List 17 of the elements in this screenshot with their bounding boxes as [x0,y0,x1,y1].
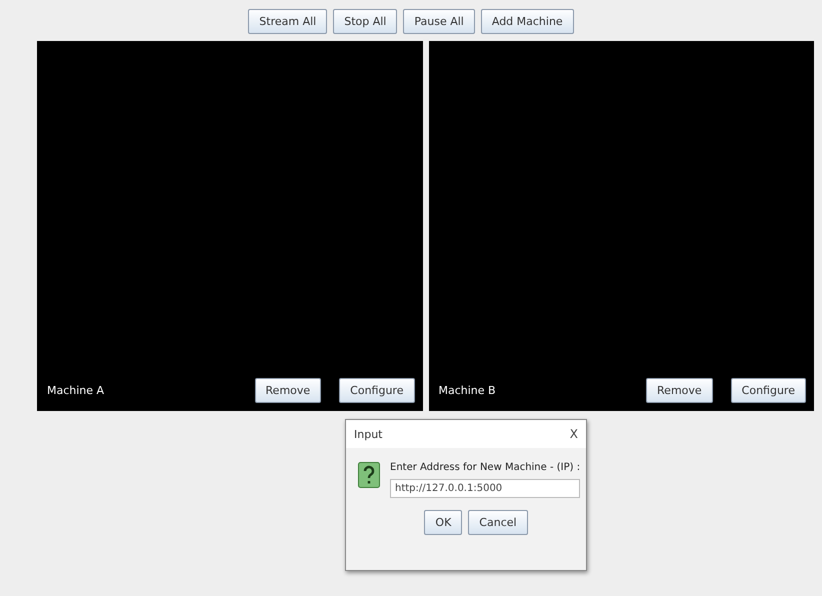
panel-button[interactable]: Remove [254,378,322,403]
dialog-button[interactable]: Cancel [468,510,528,535]
close-button[interactable]: X [570,427,578,441]
machine-name: Machine B [438,384,497,397]
dialog-title: Input [354,428,382,440]
address-field[interactable]: http://127.0.0.1:5000 [390,479,580,498]
toolbar-button[interactable]: Stop All [333,9,398,34]
toolbar-button[interactable]: Stream All [248,9,328,34]
toolbar-button[interactable]: Pause All [403,9,475,34]
dialog-message: Enter Address for New Machine - (IP) : [390,462,580,473]
toolbar-button[interactable]: Add Machine [480,9,574,34]
panel-button[interactable]: Configure [730,378,806,403]
dialog-button[interactable]: OK [424,510,462,535]
machine-name: Machine A [47,384,106,397]
panel-button[interactable]: Configure [339,378,414,403]
panel-button[interactable]: Remove [646,378,713,403]
question-icon [358,462,380,488]
